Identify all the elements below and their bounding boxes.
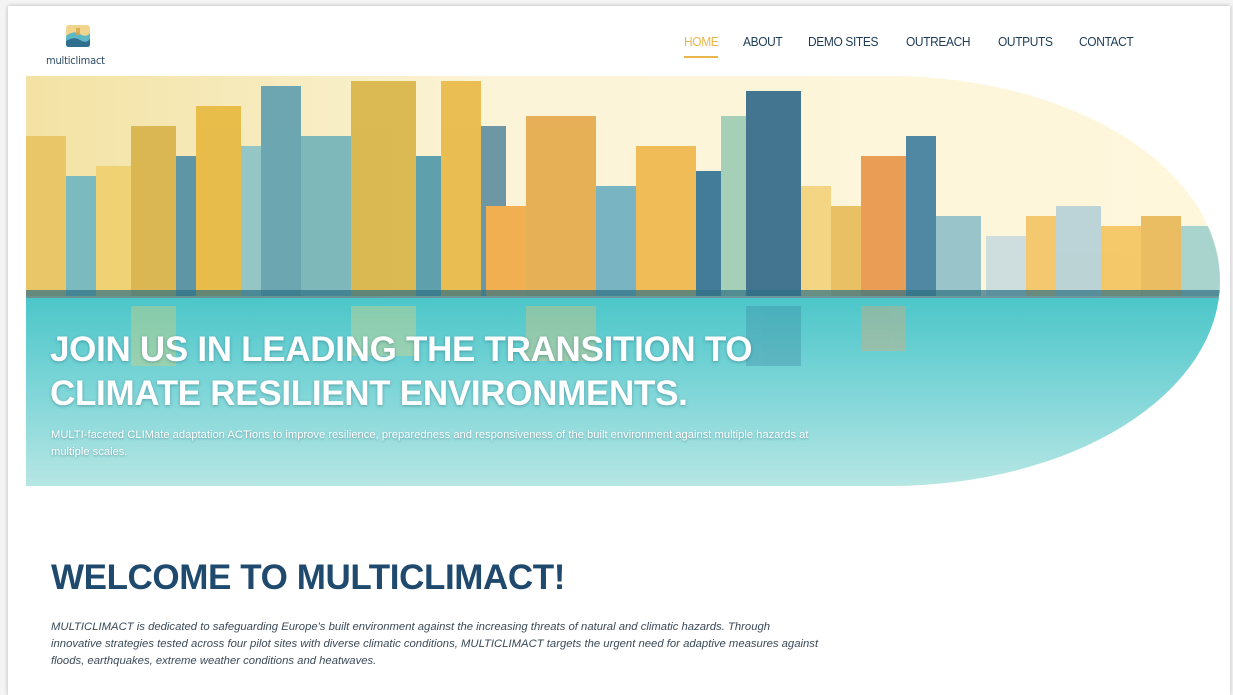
hero-city-illustration [26, 76, 1220, 486]
nav-home[interactable]: HOME [684, 34, 719, 64]
hero-title-line-2: CLIMATE RESILIENT ENVIRONMENTS. [50, 374, 688, 413]
welcome-title: WELCOME TO MULTICLIMACT! [51, 558, 566, 597]
logo-text: multiclimact [46, 54, 105, 67]
hero-subtitle: MULTI-faceted CLIMate adaptation ACTions… [51, 429, 809, 458]
logo-mark-icon [66, 25, 90, 47]
page: multiclimact HOME ABOUT DEMO SITES OUTRE… [8, 6, 1230, 695]
nav-outreach[interactable]: OUTREACH [906, 34, 971, 64]
site-logo[interactable]: multiclimact [46, 24, 126, 74]
nav-contact[interactable]: CONTACT [1079, 34, 1134, 64]
nav-outputs[interactable]: OUTPUTS [998, 34, 1053, 64]
welcome-text: MULTICLIMACT is dedicated to safeguardin… [51, 621, 819, 668]
hero-banner: JOIN US IN LEADING THE TRANSITION TO CLI… [26, 76, 1220, 486]
main-nav: HOME ABOUT DEMO SITES OUTREACH OUTPUTS C… [684, 34, 1161, 64]
nav-about[interactable]: ABOUT [743, 34, 783, 64]
hero-title-line-1: JOIN US IN LEADING THE TRANSITION TO [50, 330, 753, 369]
hero-title: JOIN US IN LEADING THE TRANSITION TO CLI… [50, 328, 870, 416]
nav-demo-sites[interactable]: DEMO SITES [808, 34, 878, 64]
